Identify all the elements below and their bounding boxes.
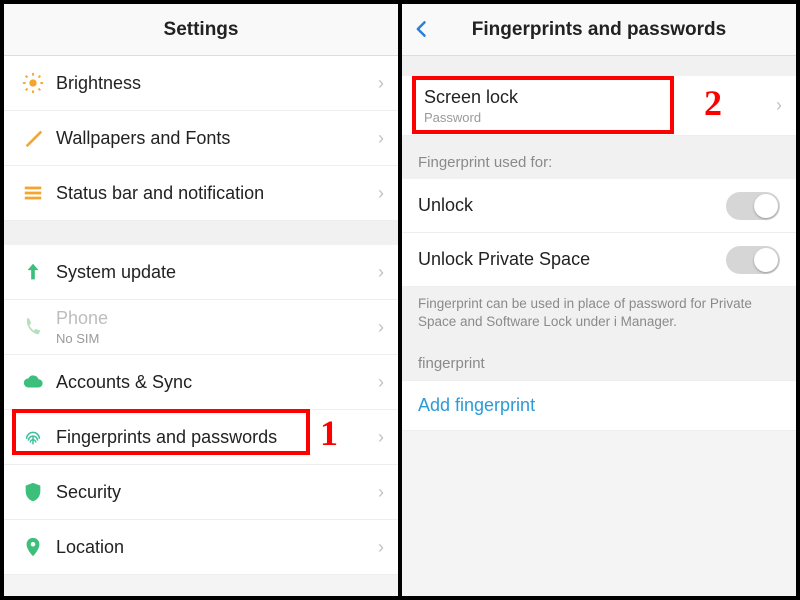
- section-fingerprint: fingerprint: [402, 345, 796, 380]
- chevron-right-icon: ›: [776, 95, 782, 116]
- arrow-up-icon: [18, 261, 48, 283]
- item-system-update[interactable]: System update ›: [4, 245, 398, 300]
- step1-number: 1: [320, 412, 338, 454]
- chevron-right-icon: ›: [378, 372, 384, 393]
- settings-header: Settings: [4, 4, 398, 56]
- chevron-right-icon: ›: [378, 427, 384, 448]
- fingerprints-panel: Fingerprints and passwords Screen lock P…: [402, 4, 796, 596]
- chevron-right-icon: ›: [378, 482, 384, 503]
- toggle-label: Unlock: [418, 195, 726, 216]
- item-screen-lock[interactable]: Screen lock Password ›: [402, 76, 796, 136]
- item-accounts-sync[interactable]: Accounts & Sync ›: [4, 355, 398, 410]
- item-label: Phone No SIM: [56, 308, 378, 346]
- item-fingerprints-passwords[interactable]: Fingerprints and passwords ›: [4, 410, 398, 465]
- brush-icon: [18, 127, 48, 149]
- chevron-right-icon: ›: [378, 128, 384, 149]
- list-icon: [18, 182, 48, 204]
- add-fingerprint-button[interactable]: Add fingerprint: [402, 380, 796, 431]
- fingerprint-note: Fingerprint can be used in place of pass…: [402, 287, 796, 345]
- item-wallpapers[interactable]: Wallpapers and Fonts ›: [4, 111, 398, 166]
- item-label: Location: [56, 537, 378, 558]
- fp-title: Fingerprints and passwords: [472, 19, 726, 41]
- chevron-right-icon: ›: [378, 317, 384, 338]
- cloud-sync-icon: [18, 371, 48, 393]
- phone-icon: [18, 316, 48, 338]
- item-statusbar[interactable]: Status bar and notification ›: [4, 166, 398, 221]
- brightness-icon: [18, 72, 48, 94]
- settings-title: Settings: [164, 19, 239, 41]
- item-label: Status bar and notification: [56, 183, 378, 204]
- chevron-right-icon: ›: [378, 73, 384, 94]
- shield-icon: [18, 481, 48, 503]
- item-label: System update: [56, 262, 378, 283]
- chevron-right-icon: ›: [378, 262, 384, 283]
- step2-number: 2: [704, 82, 722, 124]
- settings-panel: Settings Brightness › Wallpapers and Fon…: [4, 4, 402, 596]
- item-location[interactable]: Location ›: [4, 520, 398, 575]
- settings-list-group1: Brightness › Wallpapers and Fonts › Stat…: [4, 56, 398, 221]
- fp-header: Fingerprints and passwords: [402, 4, 796, 56]
- item-label: Wallpapers and Fonts: [56, 128, 378, 149]
- chevron-right-icon: ›: [378, 183, 384, 204]
- section-gap: [402, 56, 796, 76]
- section-fingerprint-used-for: Fingerprint used for:: [402, 136, 796, 179]
- toggle-label: Unlock Private Space: [418, 249, 726, 270]
- toggle-switch[interactable]: [726, 192, 780, 220]
- item-label: Brightness: [56, 73, 378, 94]
- toggle-unlock[interactable]: Unlock: [402, 179, 796, 233]
- item-label: Accounts & Sync: [56, 372, 378, 393]
- item-phone[interactable]: Phone No SIM ›: [4, 300, 398, 355]
- item-label: Screen lock Password: [424, 87, 776, 125]
- chevron-right-icon: ›: [378, 537, 384, 558]
- item-brightness[interactable]: Brightness ›: [4, 56, 398, 111]
- fingerprint-icon: [18, 426, 48, 448]
- toggle-unlock-private-space[interactable]: Unlock Private Space: [402, 233, 796, 287]
- back-button[interactable]: [412, 16, 432, 42]
- section-gap: [4, 221, 398, 245]
- settings-list-group2: System update › Phone No SIM › Accounts …: [4, 245, 398, 575]
- toggle-switch[interactable]: [726, 246, 780, 274]
- item-label: Security: [56, 482, 378, 503]
- location-pin-icon: [18, 536, 48, 558]
- item-security[interactable]: Security ›: [4, 465, 398, 520]
